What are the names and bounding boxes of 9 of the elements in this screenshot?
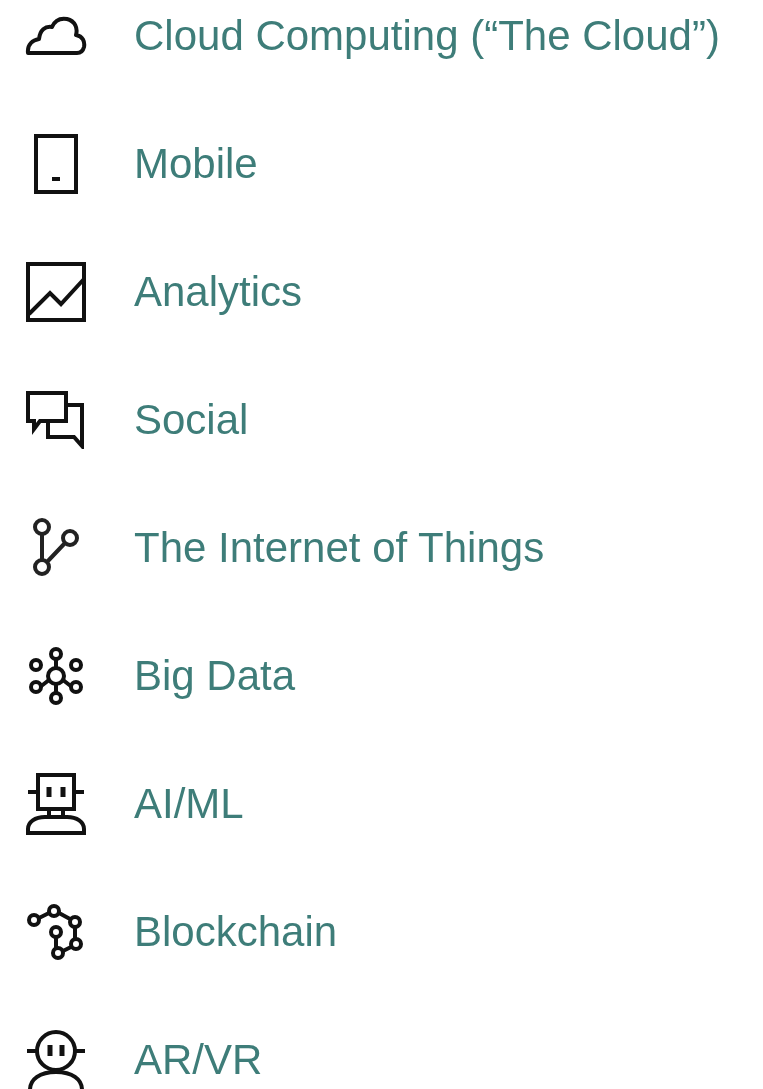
topic-label: The Internet of Things xyxy=(134,523,545,573)
topic-label: Analytics xyxy=(134,267,303,317)
topic-label: AR/VR xyxy=(134,1035,263,1085)
topic-label: AI/ML xyxy=(134,779,244,829)
topic-label: Social xyxy=(134,395,249,445)
topic-label: Big Data xyxy=(134,651,296,701)
topic-label: Cloud Computing (“The Cloud”) xyxy=(134,11,720,61)
topic-label: Mobile xyxy=(134,139,258,189)
topic-label: Blockchain xyxy=(134,907,338,957)
